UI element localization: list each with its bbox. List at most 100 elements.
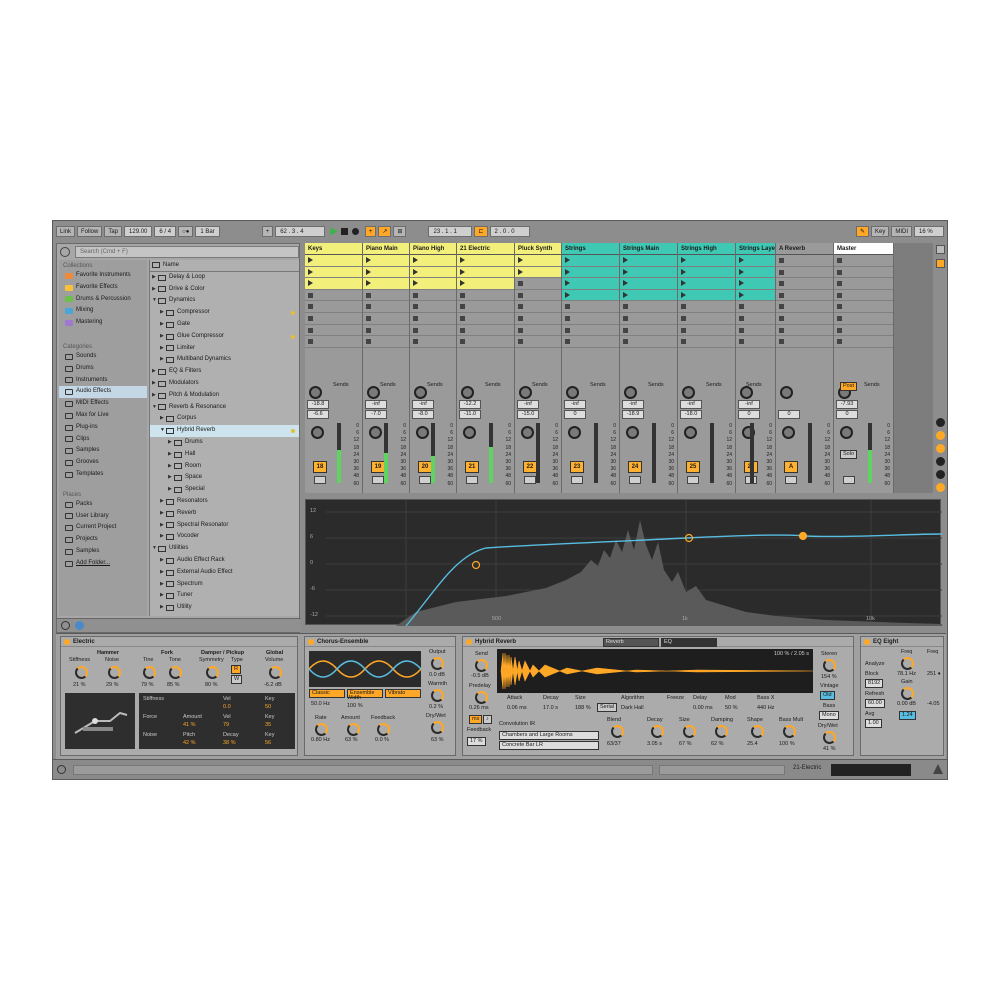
- clip-slot[interactable]: [305, 301, 362, 313]
- browser-file-item[interactable]: ▶ Audio Effect Rack: [150, 555, 299, 567]
- eq-spectrum-display[interactable]: 12 6 0 -6 -12 500 1k 10k: [305, 499, 943, 627]
- clip-play-icon[interactable]: [366, 280, 371, 287]
- arrangement-toggle-icon[interactable]: [57, 765, 66, 774]
- clip-stop-icon[interactable]: [460, 304, 465, 310]
- track-header[interactable]: Piano High: [410, 243, 456, 255]
- send-value[interactable]: -inf: [517, 400, 539, 409]
- browser-file-item[interactable]: ▶ Drive & Color: [150, 284, 299, 296]
- clip-play-icon[interactable]: [413, 280, 418, 287]
- clip-stop-icon[interactable]: [308, 292, 313, 298]
- collection-item[interactable]: Drums & Percussion: [59, 294, 147, 306]
- symmetry-knob[interactable]: [206, 666, 219, 679]
- q-field[interactable]: 1.24: [899, 711, 916, 720]
- send-knob[interactable]: [475, 659, 488, 672]
- clip-play-icon[interactable]: [623, 280, 628, 287]
- clip-stop-icon[interactable]: [366, 315, 371, 321]
- track-header[interactable]: Strings Main: [620, 243, 677, 255]
- clip-stop-icon[interactable]: [837, 315, 842, 321]
- clip-slot[interactable]: [562, 325, 619, 337]
- clip-slot[interactable]: [363, 290, 409, 302]
- clip-play-icon[interactable]: [623, 268, 628, 275]
- clip-stop-icon[interactable]: [837, 304, 842, 310]
- clip-stop-icon[interactable]: [681, 339, 686, 345]
- clip-play-icon[interactable]: [681, 291, 686, 298]
- clip-play-icon[interactable]: [681, 257, 686, 263]
- send-knob[interactable]: [684, 426, 697, 439]
- mod-row-cv[interactable]: 56: [265, 740, 271, 746]
- clip-stop-icon[interactable]: [460, 292, 465, 298]
- track-activator-button[interactable]: 22: [523, 461, 537, 473]
- browser-file-item[interactable]: ▶ Resonators: [150, 496, 299, 508]
- clip-slot[interactable]: [457, 278, 514, 290]
- clip-play-icon[interactable]: [366, 257, 371, 263]
- clip-slot[interactable]: [515, 313, 561, 325]
- solo-button[interactable]: [785, 476, 797, 484]
- clip-stop-icon[interactable]: [308, 327, 313, 333]
- browser-file-item[interactable]: ▶ Spectrum: [150, 579, 299, 591]
- pan-knob[interactable]: [414, 386, 427, 399]
- type-w-button[interactable]: W: [231, 675, 243, 684]
- browser-file-item[interactable]: ▶ Hall: [150, 449, 299, 461]
- search-input[interactable]: Search (Cmd + F): [75, 246, 299, 258]
- clip-slot[interactable]: [678, 255, 735, 267]
- clip-slot[interactable]: [515, 336, 561, 348]
- post-button[interactable]: Post: [840, 382, 858, 391]
- size2-knob[interactable]: [683, 725, 696, 738]
- clip-slot[interactable]: [305, 336, 362, 348]
- link-button[interactable]: Link: [56, 226, 76, 237]
- chorus-mode-button[interactable]: Classic: [309, 689, 345, 698]
- freq-knob[interactable]: [901, 657, 914, 670]
- type-r-button[interactable]: R: [231, 665, 241, 674]
- clip-slot[interactable]: [305, 266, 362, 279]
- clip-stop-icon[interactable]: [308, 339, 313, 345]
- send-knob[interactable]: [311, 426, 324, 439]
- rate-knob[interactable]: [315, 723, 328, 736]
- clip-stop-icon[interactable]: [623, 315, 628, 321]
- clip-slot[interactable]: [457, 301, 514, 313]
- clip-slot[interactable]: [736, 278, 775, 290]
- clip-slot[interactable]: [776, 301, 833, 313]
- clip-slot[interactable]: [834, 278, 893, 290]
- clip-slot[interactable]: [736, 266, 775, 279]
- clip-slot[interactable]: [457, 255, 514, 267]
- send-value[interactable]: -inf: [738, 400, 760, 409]
- clip-slot[interactable]: [363, 255, 409, 267]
- browser-file-item[interactable]: ▶ Compressor: [150, 307, 299, 319]
- clip-stop-icon[interactable]: [681, 304, 686, 310]
- preview-icon[interactable]: [61, 621, 70, 630]
- clip-play-icon[interactable]: [565, 268, 570, 275]
- clip-slot[interactable]: [410, 290, 456, 302]
- clip-slot[interactable]: [678, 266, 735, 279]
- volume-value[interactable]: -8.0: [412, 410, 434, 419]
- clip-play-icon[interactable]: [565, 257, 570, 263]
- clip-slot[interactable]: [620, 278, 677, 290]
- place-item[interactable]: Projects: [59, 534, 147, 546]
- loop-icon[interactable]: ⊞: [393, 226, 407, 237]
- clip-stop-icon[interactable]: [623, 327, 628, 333]
- pan-knob[interactable]: [624, 386, 637, 399]
- track-activator-button[interactable]: 23: [570, 461, 584, 473]
- clip-play-icon[interactable]: [565, 291, 570, 298]
- clip-slot[interactable]: [305, 313, 362, 325]
- chorus-feedback-knob[interactable]: [377, 723, 390, 736]
- returns-toggle-icon[interactable]: [936, 444, 945, 453]
- track-header[interactable]: Master: [834, 243, 893, 255]
- mod-row-bv[interactable]: 0.0: [223, 704, 231, 710]
- collection-item[interactable]: Mixing: [59, 305, 147, 317]
- vintage-select[interactable]: Old: [820, 691, 835, 700]
- key-map-button[interactable]: Key: [870, 226, 890, 237]
- stop-icon[interactable]: [340, 228, 348, 235]
- clip-slot[interactable]: [678, 313, 735, 325]
- browser-file-item[interactable]: ▶ Special: [150, 484, 299, 496]
- clip-slot[interactable]: [562, 266, 619, 279]
- predelay-knob[interactable]: [475, 691, 488, 704]
- browser-file-item[interactable]: ▶ Spectral Resonator: [150, 520, 299, 532]
- category-item[interactable]: Plug-ins: [59, 422, 147, 434]
- clip-slot[interactable]: [363, 325, 409, 337]
- stereo-knob[interactable]: [823, 659, 836, 672]
- clip-stop-icon[interactable]: [779, 315, 784, 321]
- send-value[interactable]: -inf: [365, 400, 387, 409]
- avg-field[interactable]: 1.00: [865, 719, 882, 728]
- browser-file-item[interactable]: ▼ Utilities: [150, 543, 299, 555]
- clip-play-icon[interactable]: [739, 280, 744, 287]
